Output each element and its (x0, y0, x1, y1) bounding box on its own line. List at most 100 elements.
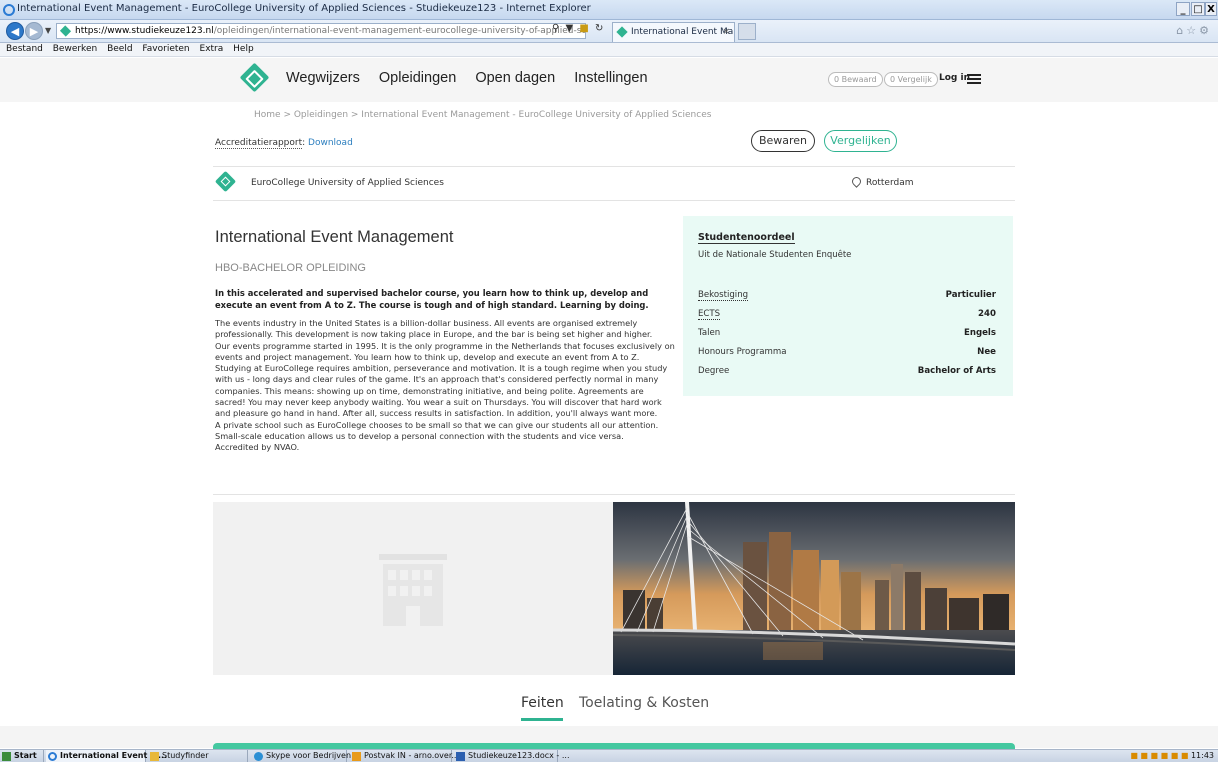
accreditation-label: Accreditatierapport (215, 138, 303, 149)
nav-open-dagen[interactable]: Open dagen (475, 70, 555, 86)
description-paragraph: A private school such as EuroCollege cho… (215, 419, 659, 441)
menu-favorieten[interactable]: Favorieten (142, 44, 189, 54)
compare-count-pill[interactable]: 0 Vergelijk (884, 72, 938, 87)
taskbar-item-label: Postvak IN - arno.over... (364, 751, 460, 760)
nav-instellingen[interactable]: Instellingen (574, 70, 647, 86)
history-dropdown-icon[interactable]: ▼ (45, 26, 51, 35)
program-lead: In this accelerated and supervised bache… (215, 288, 649, 310)
breadcrumb[interactable]: Home > Opleidingen > International Event… (254, 110, 711, 120)
compare-button[interactable]: Vergelijken (824, 130, 897, 152)
save-button[interactable]: Bewaren (751, 130, 815, 152)
studiekeuze-logo-icon[interactable] (239, 62, 270, 93)
nav-opleidingen[interactable]: Opleidingen (379, 70, 456, 86)
institution-image-placeholder (213, 502, 613, 675)
divider (213, 166, 1015, 167)
description-paragraph: Accredited by NVAO. (215, 442, 300, 453)
browser-tab[interactable]: International Event Manag... × (612, 22, 735, 42)
program-title: International Event Management (215, 228, 454, 246)
nav-wegwijzers[interactable]: Wegwijzers (286, 70, 360, 86)
hamburger-menu-icon[interactable] (967, 74, 981, 84)
facts-key: Degree (698, 366, 730, 376)
facts-key[interactable]: ECTS (698, 309, 721, 320)
clock[interactable]: 11:43 (1191, 751, 1214, 760)
student-rating-heading[interactable]: Studentenoordeel (698, 232, 795, 244)
divider (213, 200, 1015, 201)
taskbar-item[interactable]: Skype voor Bedrijven (252, 750, 351, 762)
institution-logo-icon (214, 170, 237, 193)
building-icon (379, 554, 447, 626)
tray-icons[interactable]: ■ ■ ■ ■ ■ ■ (1130, 751, 1188, 760)
institution-name[interactable]: EuroCollege University of Applied Scienc… (251, 178, 444, 188)
start-button[interactable]: Start (0, 750, 44, 762)
menu-beeld[interactable]: Beeld (107, 44, 132, 54)
lock-icon[interactable]: ■ (579, 23, 588, 34)
close-tab-icon[interactable]: × (722, 23, 730, 41)
description-paragraph: The events industry in the United States… (215, 318, 653, 340)
download-link[interactable]: Download (308, 138, 353, 148)
windows-flag-icon (2, 752, 11, 761)
active-tab-indicator (521, 718, 563, 721)
refresh-icon[interactable]: ↻ (595, 23, 603, 34)
facts-row: Honours Programma Nee (698, 347, 996, 359)
taskbar-item-label: Skype voor Bedrijven (266, 751, 352, 760)
start-label: Start (14, 751, 37, 760)
menu-bestand[interactable]: Bestand (6, 44, 43, 54)
tab-favicon-icon (616, 26, 628, 38)
student-rating-source: Uit de Nationale Studenten Enquête (698, 250, 852, 260)
divider (213, 494, 1015, 495)
url-field[interactable]: https://www.studiekeuze123.nl/opleidinge… (56, 23, 586, 39)
window-title: International Event Management - EuroCol… (17, 3, 591, 14)
minimize-button[interactable]: _ (1176, 2, 1190, 16)
taskbar-item[interactable]: International Event M... (46, 750, 167, 762)
address-toolbar: ◀ ▶ ▼ https://www.studiekeuze123.nl/ople… (0, 20, 1218, 43)
url-path: /opleidingen/international-event-managem… (213, 26, 586, 36)
menu-extra[interactable]: Extra (200, 44, 224, 54)
tab-toelating-kosten[interactable]: Toelating & Kosten (579, 695, 709, 711)
back-button[interactable]: ◀ (6, 22, 24, 40)
home-icon[interactable]: ⌂ (1176, 24, 1186, 37)
accreditation-row: Accreditatierapport: Download (215, 138, 353, 149)
saved-count-pill[interactable]: 0 Bewaard (828, 72, 883, 87)
search-icon[interactable]: ⚲ (552, 23, 559, 34)
facts-key: Talen (698, 328, 721, 338)
facts-row: Talen Engels (698, 328, 996, 340)
word-icon (456, 752, 465, 761)
facts-row: Bekostiging Particulier (698, 290, 996, 302)
close-window-button[interactable]: X (1205, 2, 1217, 16)
url-dropdown-icon[interactable]: ▼ (566, 23, 574, 34)
gear-icon[interactable]: ⚙ (1199, 24, 1212, 37)
rotterdam-skyline-image (613, 502, 1015, 675)
site-header: Wegwijzers Opleidingen Open dagen Instel… (0, 58, 1218, 102)
login-link[interactable]: Log in (939, 73, 970, 83)
location-pin-icon (850, 175, 863, 188)
description-paragraph: Our events programme started in 1995. It… (215, 340, 675, 362)
facts-key[interactable]: Bekostiging (698, 290, 749, 301)
new-tab-button[interactable] (738, 23, 756, 40)
taskbar-item[interactable]: Postvak IN - arno.over... (350, 750, 459, 762)
main-nav: Wegwijzers Opleidingen Open dagen Instel… (286, 70, 663, 86)
facts-value: Particulier (945, 290, 996, 300)
internet-explorer-icon (48, 752, 57, 761)
internet-explorer-icon (3, 4, 15, 16)
description-paragraph: Studying at EuroCollege requires ambitio… (215, 363, 668, 419)
taskbar-item-label: Studyfinder (162, 751, 209, 760)
maximize-button[interactable]: □ (1191, 2, 1205, 16)
outlook-icon (352, 752, 361, 761)
city-photo (613, 502, 1015, 675)
facts-key: Honours Programma (698, 347, 787, 357)
taskbar-item[interactable]: Studiekeuze123.docx - ... (454, 750, 570, 762)
favorites-star-icon[interactable]: ☆ (1186, 24, 1199, 37)
menu-help[interactable]: Help (233, 44, 254, 54)
menu-bewerken[interactable]: Bewerken (53, 44, 97, 54)
system-tray: ■ ■ ■ ■ ■ ■ 11:43 (1130, 750, 1214, 762)
tab-feiten[interactable]: Feiten (521, 695, 564, 711)
facts-value: 240 (978, 309, 996, 319)
facts-row: Degree Bachelor of Arts (698, 366, 996, 378)
forward-button[interactable]: ▶ (25, 22, 43, 40)
site-favicon-icon (59, 25, 72, 37)
facts-value: Nee (977, 347, 996, 357)
window-titlebar: International Event Management - EuroCol… (0, 0, 1218, 20)
folder-icon (150, 752, 159, 761)
taskbar-item[interactable]: Studyfinder (148, 750, 248, 762)
windows-taskbar: Start International Event M... Studyfind… (0, 749, 1218, 762)
